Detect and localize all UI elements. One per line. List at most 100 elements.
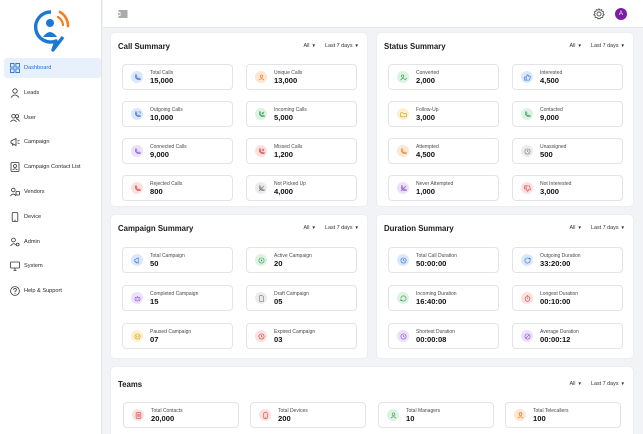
- users-icon: [10, 113, 20, 122]
- stat-attempted[interactable]: Attempted 4,500: [388, 138, 499, 164]
- sidebar-item-label: Admin: [24, 238, 40, 245]
- period-filter-dropdown[interactable]: Last 7 days ▼: [591, 381, 625, 387]
- card-title: Duration Summary: [384, 224, 454, 233]
- caret-down-icon: ▼: [354, 225, 359, 230]
- stat-total-campaign[interactable]: Total Campaign 50: [122, 247, 233, 273]
- all-filter-dropdown[interactable]: All ▼: [569, 43, 581, 49]
- sidebar-item-user[interactable]: User: [4, 108, 101, 128]
- expired-clock-icon: [255, 330, 267, 342]
- megaphone-icon: [10, 138, 20, 147]
- stat-active-campaign[interactable]: Active Campaign 20: [246, 247, 357, 273]
- all-filter-dropdown[interactable]: All ▼: [303, 225, 315, 231]
- contact-list-icon: [10, 162, 20, 173]
- all-filter-dropdown[interactable]: All ▼: [303, 43, 315, 49]
- phone-icon: [521, 108, 533, 120]
- stat-not-picked-up[interactable]: Not Picked Up 4,000: [246, 175, 357, 201]
- help-icon: [10, 286, 20, 296]
- sidebar-item-vendors[interactable]: Vendors: [4, 182, 101, 202]
- average-timer-icon: [521, 330, 533, 342]
- sidebar: Dashboard Leads User Campaign Campaign C…: [0, 0, 102, 434]
- period-filter-dropdown[interactable]: Last 7 days ▼: [591, 225, 625, 231]
- sidebar-item-system[interactable]: System: [4, 256, 101, 276]
- stat-paused-campaign[interactable]: Paused Campaign 07: [122, 323, 233, 349]
- card-title: Teams: [118, 380, 143, 389]
- incoming-timer-icon: [397, 292, 409, 304]
- stat-draft-campaign[interactable]: Draft Campaign 05: [246, 285, 357, 311]
- sidebar-item-admin[interactable]: Admin: [4, 232, 101, 252]
- stat-missed-calls[interactable]: Missed Calls 1,200: [246, 138, 357, 164]
- menu-toggle-icon[interactable]: [118, 9, 128, 19]
- stat-total-calls[interactable]: Total Calls 15,000: [122, 64, 233, 90]
- caret-down-icon: ▼: [620, 225, 625, 230]
- stat-outgoing-calls[interactable]: Outgoing Calls 10,000: [122, 101, 233, 127]
- stat-completed-campaign[interactable]: Completed Campaign 15: [122, 285, 233, 311]
- stat-average-duration[interactable]: Average Duration 00:00:12: [512, 323, 623, 349]
- person-icon: [10, 88, 20, 98]
- stat-not-interested[interactable]: Not Interested 3,000: [512, 175, 623, 201]
- clock-icon: [521, 145, 533, 157]
- card-filters: All ▼ Last 7 days ▼: [569, 43, 625, 49]
- sidebar-item-label: Help & Support: [24, 288, 62, 295]
- megaphone-icon: [131, 254, 143, 266]
- stat-incoming-duration[interactable]: Incoming Duration 16:40:00: [388, 285, 499, 311]
- contact-book-icon: [132, 409, 144, 421]
- missed-call-icon: [255, 145, 267, 157]
- sidebar-item-label: Leads: [24, 89, 40, 96]
- period-filter-dropdown[interactable]: Last 7 days ▼: [325, 225, 359, 231]
- duration-summary-card: Duration Summary All ▼ Last 7 days ▼ Total…: [377, 215, 633, 358]
- user-check-icon: [397, 71, 409, 83]
- sidebar-item-device[interactable]: Device: [4, 207, 101, 227]
- stat-unique-calls[interactable]: Unique Calls 13,000: [246, 64, 357, 90]
- outgoing-timer-icon: [521, 254, 533, 266]
- caret-down-icon: ▼: [577, 381, 582, 386]
- sidebar-item-campaign[interactable]: Campaign: [4, 132, 101, 152]
- period-filter-dropdown[interactable]: Last 7 days ▼: [591, 43, 625, 49]
- stat-total-telecallers[interactable]: Total Telecallers 100: [505, 402, 621, 428]
- all-filter-dropdown[interactable]: All ▼: [569, 381, 581, 387]
- stat-shortest-duration[interactable]: Shortest Duration 00:00:08: [388, 323, 499, 349]
- sidebar-item-leads[interactable]: Leads: [4, 83, 101, 103]
- phone-icon: [131, 71, 143, 83]
- rejected-call-icon: [131, 182, 143, 194]
- caret-down-icon: ▼: [354, 43, 359, 48]
- period-filter-dropdown[interactable]: Last 7 days ▼: [325, 43, 359, 49]
- stat-longest-duration[interactable]: Longest Duration 00:10:00: [512, 285, 623, 311]
- sidebar-item-campaign-contact-list[interactable]: Campaign Contact List: [4, 157, 101, 177]
- stat-unassigned[interactable]: Unassigned 500: [512, 138, 623, 164]
- stat-never-attempted[interactable]: Never Attempted 1,000: [388, 175, 499, 201]
- stat-expired-campaign[interactable]: Expired Campaign 03: [246, 323, 357, 349]
- stopwatch-icon: [521, 292, 533, 304]
- stat-rejected-calls[interactable]: Rejected Calls 800: [122, 175, 233, 201]
- incoming-call-icon: [255, 108, 267, 120]
- sidebar-item-label: Device: [24, 213, 42, 220]
- device-icon: [11, 211, 19, 222]
- sidebar-item-help-support[interactable]: Help & Support: [4, 281, 101, 301]
- stat-total-call-duration[interactable]: Total Call Duration 50:00:00: [388, 247, 499, 273]
- card-filters: All ▼ Last 7 days ▼: [569, 225, 625, 231]
- stat-contacted[interactable]: Contacted 9,000: [512, 101, 623, 127]
- settings-gear-icon[interactable]: [593, 8, 605, 20]
- campaign-summary-card: Campaign Summary All ▼ Last 7 days ▼ Total…: [111, 215, 367, 358]
- stat-total-managers[interactable]: Total Managers 10: [378, 402, 494, 428]
- robot-icon: [131, 292, 143, 304]
- card-filters: All ▼ Last 7 days ▼: [303, 43, 359, 49]
- card-title: Campaign Summary: [118, 224, 194, 233]
- telecaller-icon: [514, 409, 526, 421]
- stat-total-contacts[interactable]: Total Contacts 20,000: [123, 402, 239, 428]
- call-duration-icon: [397, 254, 409, 266]
- stat-incoming-calls[interactable]: Incoming Calls 5,000: [246, 101, 357, 127]
- stat-connected-calls[interactable]: Connected Calls 9,000: [122, 138, 233, 164]
- stat-total-devices[interactable]: Total Devices 200: [250, 402, 366, 428]
- stat-converted[interactable]: Converted 2,000: [388, 64, 499, 90]
- all-filter-dropdown[interactable]: All ▼: [569, 225, 581, 231]
- connected-call-icon: [131, 145, 143, 157]
- phone-off-icon: [255, 182, 267, 194]
- stat-interested[interactable]: Interested 4,500: [512, 64, 623, 90]
- draft-document-icon: [255, 292, 267, 304]
- device-icon: [259, 409, 271, 421]
- sidebar-item-dashboard[interactable]: Dashboard: [4, 58, 101, 78]
- user-avatar[interactable]: A: [615, 8, 627, 20]
- stat-follow-up[interactable]: Follow-Up 3,000: [388, 101, 499, 127]
- stat-outgoing-duration[interactable]: Outgoing Duration 33:20:00: [512, 247, 623, 273]
- call-summary-card: Call Summary All ▼ Last 7 days ▼ Total Cal…: [111, 33, 367, 206]
